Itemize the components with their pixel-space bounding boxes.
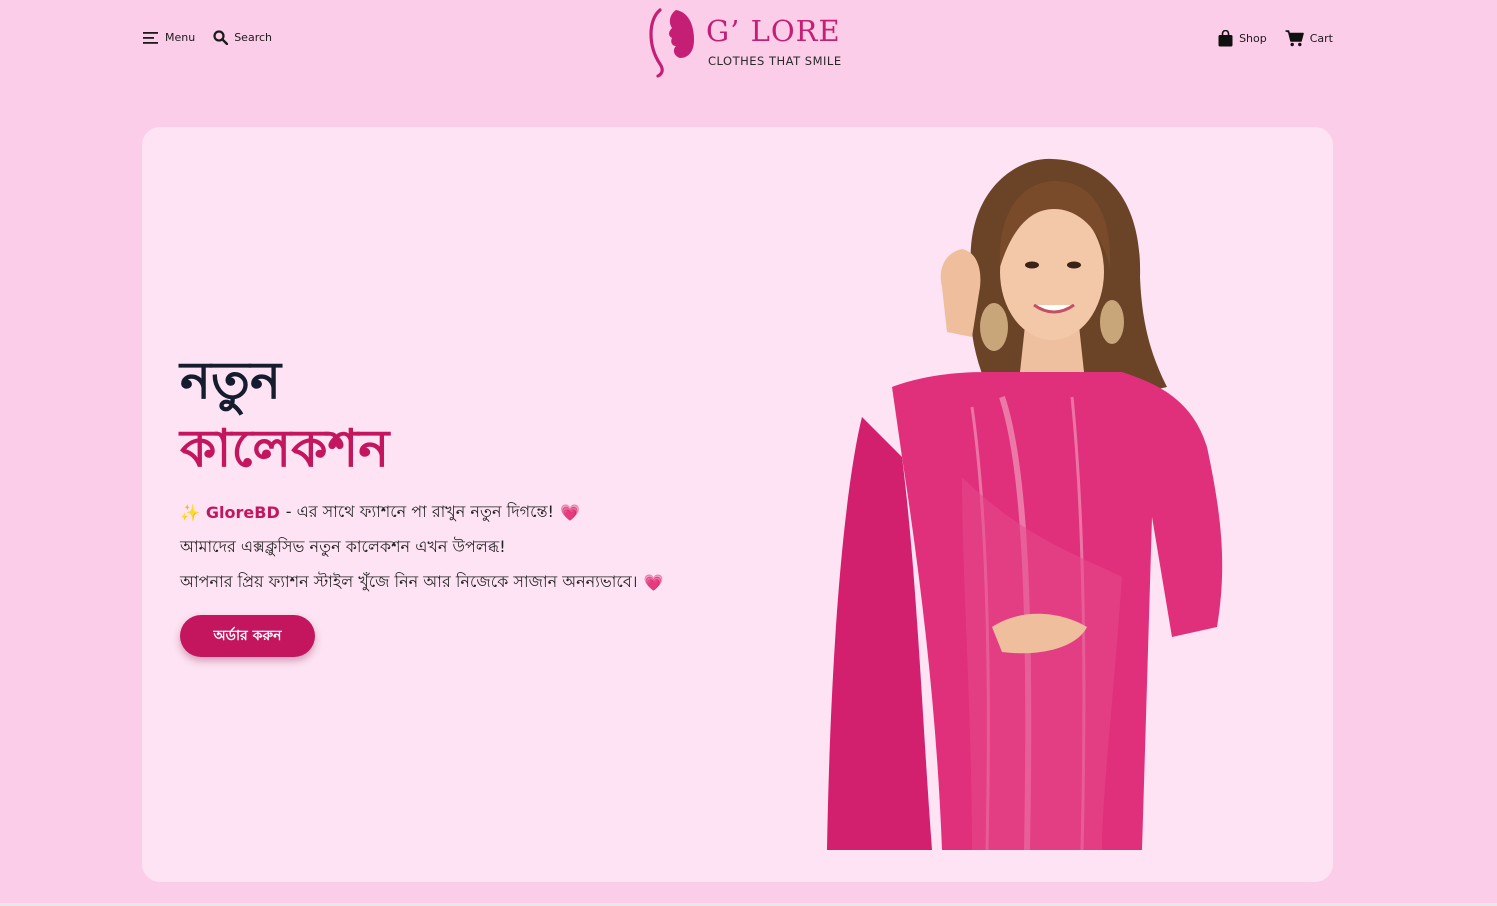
heart-icon: 💗 [559,503,580,522]
cart-label: Cart [1309,32,1333,45]
model-photo-image [827,158,1223,850]
search-label: Search [234,31,272,44]
hero-line-3-text: আপনার প্রিয় ফ্যাশন স্টাইল খুঁজে নিন আর … [180,572,638,591]
logo-wordmark: G’ LORE [706,14,841,48]
search-icon [213,30,229,45]
shopping-bag-icon [1218,30,1233,47]
hero-line-3: আপনার প্রিয় ফ্যাশন স্টাইল খুঁজে নিন আর … [180,565,663,600]
heart-icon: 💗 [643,573,664,592]
menu-button[interactable]: Menu [143,31,195,45]
brand-logo[interactable]: G’ LORE CLOTHES THAT SMILE [646,6,846,78]
hero-line-2: আমাদের এক্সক্লুসিভ নতুন কালেকশন এখন উপলব… [180,530,663,565]
hero-title-line2: কালেকশন [180,419,390,479]
shop-button[interactable]: Shop [1218,30,1267,47]
hero-line-2-text: আমাদের এক্সক্লুসিভ নতুন কালেকশন এখন উপলব… [180,537,506,556]
brand-name: GloreBD [205,503,280,522]
menu-label: Menu [165,31,196,44]
hero-line-1: ✨ GloreBD - এর সাথে ফ্যাশনে পা রাখুন নতু… [180,495,663,530]
order-now-button[interactable]: অর্ডার করুন [180,615,315,657]
top-navigation: Menu Search G’ LORE CLOTHES THAT SMILE S… [0,0,1497,90]
logo-tagline: CLOTHES THAT SMILE [708,54,842,68]
hero-description: ✨ GloreBD - এর সাথে ফ্যাশনে পা রাখুন নতু… [180,495,663,600]
cart-button[interactable]: Cart [1285,30,1333,47]
face-profile-logo-icon [649,8,694,78]
hero-banner: নতুন কালেকশন ✨ GloreBD - এর সাথে ফ্যাশনে… [142,127,1333,882]
nav-right-group: Shop Cart [1218,30,1333,47]
hero-title-line1: নতুন [180,351,282,411]
hero-line-1-text: - এর সাথে ফ্যাশনে পা রাখুন নতুন দিগন্তে! [285,502,554,521]
shop-label: Shop [1239,32,1267,45]
nav-left-group: Menu Search [143,30,272,45]
menu-icon [143,31,159,45]
search-button[interactable]: Search [213,30,272,45]
sparkle-icon: ✨ [180,503,200,522]
cart-icon [1285,30,1304,47]
